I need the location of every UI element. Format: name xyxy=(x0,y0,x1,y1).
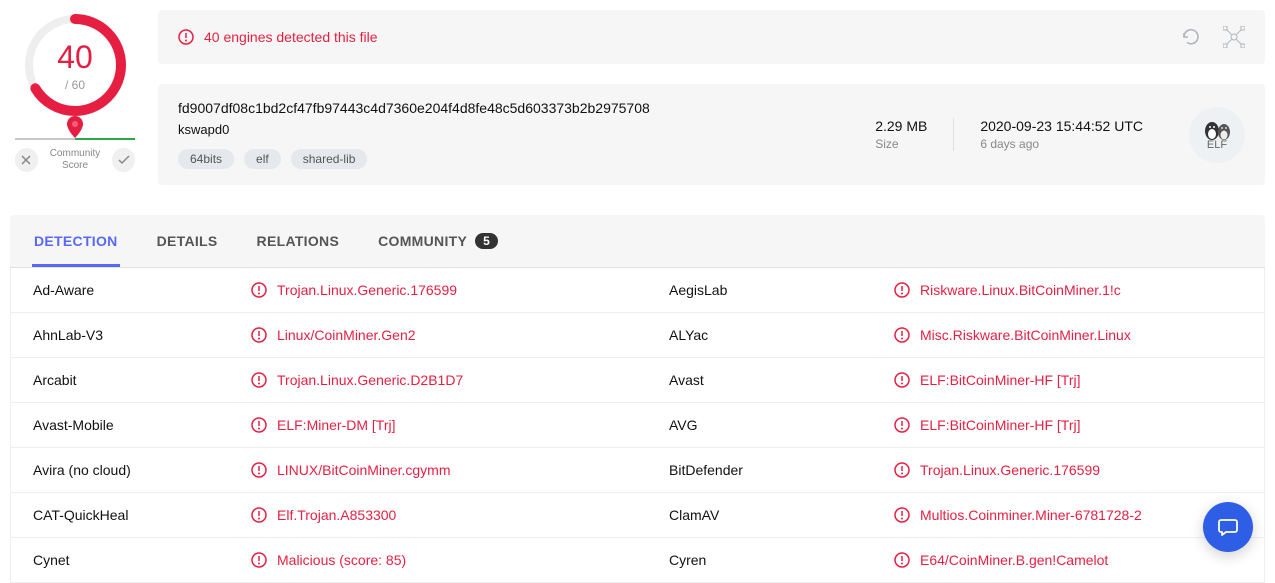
engine-name: Ad-Aware xyxy=(33,282,251,298)
tab-community[interactable]: COMMUNITY 5 xyxy=(376,215,500,267)
score-total: / 60 xyxy=(65,78,85,92)
engine-name: AVG xyxy=(669,417,894,433)
verdict[interactable]: ELF:BitCoinMiner-HF [Trj] xyxy=(894,372,1081,388)
warning-icon xyxy=(251,327,267,343)
tab-community-badge: 5 xyxy=(475,233,498,249)
warning-icon xyxy=(251,372,267,388)
verdict[interactable]: Trojan.Linux.Generic.176599 xyxy=(894,462,1100,478)
score-gauge: 40 / 60 xyxy=(20,10,130,120)
community-upvote-button[interactable] xyxy=(112,148,135,172)
verdict[interactable]: Trojan.Linux.Generic.D2B1D7 xyxy=(251,372,463,388)
file-size-label: Size xyxy=(875,137,927,151)
engine-name: ClamAV xyxy=(669,507,894,523)
community-score-label: Community Score xyxy=(38,148,113,172)
warning-icon xyxy=(894,462,910,478)
engine-name: Avira (no cloud) xyxy=(33,462,251,478)
tab-community-label: COMMUNITY xyxy=(378,233,467,249)
verdict[interactable]: Elf.Trojan.A853300 xyxy=(251,507,396,523)
community-score-bar xyxy=(15,138,135,140)
tag-shared-lib[interactable]: shared-lib xyxy=(291,149,368,169)
community-downvote-button[interactable] xyxy=(15,148,38,172)
verdict[interactable]: Multios.Coinminer.Miner-6781728-2 xyxy=(894,507,1142,523)
file-name: kswapd0 xyxy=(178,122,849,137)
warning-icon xyxy=(894,417,910,433)
alert-card: 40 engines detected this file xyxy=(158,10,1265,64)
verdict[interactable]: E64/CoinMiner.B.gen!Camelot xyxy=(894,552,1108,568)
verdict[interactable]: ELF:BitCoinMiner-HF [Trj] xyxy=(894,417,1081,433)
scan-time-value: 2020-09-23 15:44:52 UTC xyxy=(980,118,1143,134)
engine-name: BitDefender xyxy=(669,462,894,478)
engine-name: Avast xyxy=(669,372,894,388)
verdict[interactable]: Misc.Riskware.BitCoinMiner.Linux xyxy=(894,327,1131,343)
tab-relations[interactable]: RELATIONS xyxy=(255,215,342,267)
verdict[interactable]: Trojan.Linux.Generic.176599 xyxy=(251,282,457,298)
engine-name: Cyren xyxy=(669,552,894,568)
warning-icon xyxy=(251,507,267,523)
refresh-icon xyxy=(1181,27,1201,47)
tab-detection[interactable]: DETECTION xyxy=(32,215,120,267)
score-value: 40 xyxy=(57,39,93,76)
alert-text: 40 engines detected this file xyxy=(204,29,378,45)
tag-list: 64bits elf shared-lib xyxy=(178,149,849,169)
result-row: CAT-QuickHealElf.Trojan.A853300 ClamAVMul… xyxy=(11,493,1264,538)
engine-name: AhnLab-V3 xyxy=(33,327,251,343)
scan-time-block: 2020-09-23 15:44:52 UTC 6 days ago xyxy=(953,118,1169,151)
result-row: Avira (no cloud)LINUX/BitCoinMiner.cgymm… xyxy=(11,448,1264,493)
file-type-badge: ELF xyxy=(1189,107,1245,163)
file-hash: fd9007df08c1bd2cf47fb97443c4d7360e204f4d… xyxy=(178,100,849,116)
result-row: AhnLab-V3Linux/CoinMiner.Gen2 ALYacMisc.R… xyxy=(11,313,1264,358)
warning-icon xyxy=(894,282,910,298)
engine-name: AegisLab xyxy=(669,282,894,298)
alert-icon xyxy=(178,29,194,45)
file-size-value: 2.29 MB xyxy=(875,118,927,134)
engine-name: ALYac xyxy=(669,327,894,343)
engine-name: Cynet xyxy=(33,552,251,568)
verdict[interactable]: Riskware.Linux.BitCoinMiner.1!c xyxy=(894,282,1121,298)
warning-icon xyxy=(251,552,267,568)
warning-icon xyxy=(251,417,267,433)
engine-name: Avast-Mobile xyxy=(33,417,251,433)
reanalyze-button[interactable] xyxy=(1181,27,1201,47)
warning-icon xyxy=(251,282,267,298)
warning-icon xyxy=(894,552,910,568)
result-row: Ad-AwareTrojan.Linux.Generic.176599 Aegis… xyxy=(11,268,1264,313)
warning-icon xyxy=(251,462,267,478)
engine-name: Arcabit xyxy=(33,372,251,388)
chat-icon xyxy=(1217,516,1239,538)
pin-icon xyxy=(65,116,85,140)
score-column: 40 / 60 Community Score xyxy=(10,10,140,185)
main-tabs: DETECTION DETAILS RELATIONS COMMUNITY 5 xyxy=(10,215,1265,267)
graph-button[interactable] xyxy=(1223,26,1245,48)
result-row: ArcabitTrojan.Linux.Generic.D2B1D7 AvastE… xyxy=(11,358,1264,403)
graph-icon xyxy=(1223,26,1245,48)
warning-icon xyxy=(894,507,910,523)
verdict[interactable]: ELF:Miner-DM [Trj] xyxy=(251,417,395,433)
file-meta-card: fd9007df08c1bd2cf47fb97443c4d7360e204f4d… xyxy=(158,84,1265,185)
warning-icon xyxy=(894,372,910,388)
detection-results: Ad-AwareTrojan.Linux.Generic.176599Aegis… xyxy=(10,268,1265,583)
verdict[interactable]: LINUX/BitCoinMiner.cgymm xyxy=(251,462,451,478)
warning-icon xyxy=(894,327,910,343)
file-type-label: ELF xyxy=(1207,139,1227,151)
scan-time-ago: 6 days ago xyxy=(980,137,1143,151)
tag-64bits[interactable]: 64bits xyxy=(178,149,234,169)
engine-name: CAT-QuickHeal xyxy=(33,507,251,523)
verdict[interactable]: Linux/CoinMiner.Gen2 xyxy=(251,327,416,343)
close-icon xyxy=(21,155,31,165)
file-size-block: 2.29 MB Size xyxy=(849,118,953,151)
chat-fab[interactable] xyxy=(1203,502,1253,552)
check-icon xyxy=(118,155,130,165)
result-row: Avast-MobileELF:Miner-DM [Trj] AVGELF:Bit… xyxy=(11,403,1264,448)
tag-elf[interactable]: elf xyxy=(244,149,281,169)
verdict[interactable]: Malicious (score: 85) xyxy=(251,552,406,568)
tab-details[interactable]: DETAILS xyxy=(155,215,220,267)
penguin-icon xyxy=(1203,119,1231,141)
result-row: CynetMalicious (score: 85) CyrenE64/CoinM… xyxy=(11,538,1264,582)
